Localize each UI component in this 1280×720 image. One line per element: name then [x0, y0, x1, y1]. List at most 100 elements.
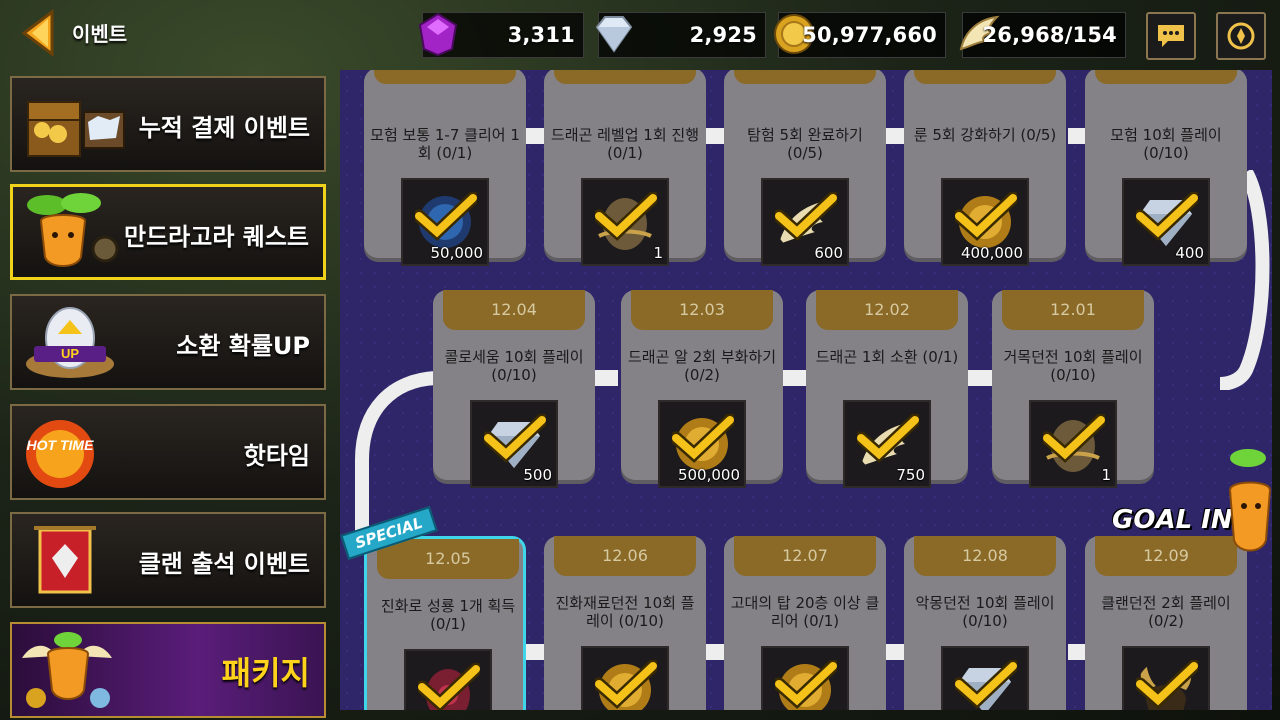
quest-date-header: 12.01 — [1002, 290, 1144, 330]
event-sidebar: 누적 결제 이벤트 만드라고라 퀘스트 UP 소환 확률UP HOT TIME … — [0, 70, 336, 720]
quest-date: 11.29 — [914, 70, 1056, 73]
hot-time-icon: HOT TIME — [26, 420, 94, 488]
reward-slot[interactable]: 500 — [470, 400, 558, 488]
quest-card[interactable]: 11.29 룬 5회 강화하기 (0/5) 400,000 — [904, 70, 1066, 266]
checkmark-icon — [955, 660, 1017, 709]
quest-description: 진화로 성룡 1개 획득 (0/1) — [380, 597, 516, 633]
reward-slot[interactable]: 400,000 — [941, 178, 1029, 266]
quest-card[interactable]: 12.07 고대의 탑 20층 이상 클리어 (0/1) 700,000 — [724, 536, 886, 710]
up-badge: UP — [61, 346, 79, 361]
quest-date-header: 12.08 — [914, 536, 1056, 576]
gem-counter: 3,311 — [418, 12, 584, 58]
quest-date: 12.09 — [1143, 546, 1189, 565]
reward-slot[interactable]: 50,000 — [401, 178, 489, 266]
path-connector — [780, 370, 806, 386]
checkmark-icon — [484, 414, 546, 463]
reward-slot[interactable]: 1 — [1029, 400, 1117, 488]
quest-description: 고대의 탑 20층 이상 클리어 (0/1) — [730, 594, 880, 630]
sidebar-item-label: 만드라고라 퀘스트 — [124, 223, 309, 251]
quest-card[interactable]: 12.05 진화로 성룡 1개 획득 (0/1) 1 — [364, 536, 526, 710]
winged-mandragora-icon — [22, 632, 112, 708]
quest-description: 모험 보통 1-7 클리어 1회 (0/1) — [370, 126, 520, 162]
path-connector — [592, 370, 618, 386]
quest-date-header: 12.02 — [816, 290, 958, 330]
quest-date: 11.27 — [554, 70, 696, 73]
quest-date-header: 11.29 — [914, 70, 1056, 84]
reward-slot[interactable]: 500,000 — [658, 400, 746, 488]
path-connector — [886, 128, 906, 144]
quest-date: 12.06 — [602, 546, 648, 565]
reward-slot[interactable]: 1,250 — [581, 646, 669, 710]
checkmark-icon — [595, 660, 657, 709]
treasure-chest-icon — [27, 101, 125, 157]
diamond-count: 2,925 — [689, 23, 757, 47]
sidebar-item-label: 패키지 — [221, 654, 310, 692]
sidebar-item-hot-time[interactable]: HOT TIME 핫타임 — [10, 404, 326, 500]
quest-description: 콜로세움 10회 플레이 (0/10) — [444, 348, 584, 384]
quest-card[interactable]: 11.30 모험 10회 플레이 (0/10) 400 — [1085, 70, 1247, 266]
egg-nest-icon: UP — [26, 307, 114, 378]
quest-card[interactable]: 12.08 악몽던전 10회 플레이 (0/10) 700 — [904, 536, 1066, 710]
quest-date: 11.30 — [1095, 70, 1237, 73]
quest-date: 11.26 — [374, 70, 516, 73]
quest-date: 12.01 — [1050, 300, 1096, 319]
quest-card[interactable]: 12.02 드래곤 1회 소환 (0/1) 750 — [806, 290, 968, 488]
quest-date: 12.02 — [864, 300, 910, 319]
reward-count: 50,000 — [430, 244, 484, 262]
quest-description: 모험 10회 플레이 (0/10) — [1110, 126, 1222, 162]
settings-button[interactable] — [1216, 12, 1266, 60]
reward-slot[interactable]: 700 — [941, 646, 1029, 710]
diamond-icon — [595, 16, 633, 53]
checkmark-icon — [418, 663, 480, 710]
compass-icon — [1227, 22, 1255, 50]
path-connector — [966, 370, 992, 386]
sidebar-item-package[interactable]: 패키지 — [10, 622, 326, 718]
mandragora-icon — [27, 193, 119, 267]
reward-slot[interactable]: 400 — [1122, 178, 1210, 266]
quest-date-header: 11.27 — [554, 70, 696, 84]
quest-card[interactable]: 11.26 모험 보통 1-7 클리어 1회 (0/1) 50,000 — [364, 70, 526, 266]
gold-counter: 50,977,660 — [774, 12, 946, 58]
reward-slot[interactable]: 1 — [1122, 646, 1210, 710]
path-connector — [886, 644, 906, 660]
back-button[interactable] — [18, 8, 58, 58]
checkmark-icon — [415, 192, 477, 241]
quest-card[interactable]: 11.28 탐험 5회 완료하기 (0/5) 600 — [724, 70, 886, 266]
purple-gem-icon — [418, 12, 458, 57]
reward-slot[interactable]: 700,000 — [761, 646, 849, 710]
checkmark-icon — [1136, 660, 1198, 709]
reward-slot[interactable]: 750 — [843, 400, 931, 488]
chat-button[interactable] — [1146, 12, 1196, 60]
sidebar-item-label: 누적 결제 이벤트 — [138, 114, 310, 142]
quest-card[interactable]: 12.09 클랜던전 2회 플레이 (0/2) 1 — [1085, 536, 1247, 710]
sidebar-item-clan-attendance[interactable]: 클랜 출석 이벤트 — [10, 512, 326, 608]
clan-banner-icon — [34, 526, 96, 594]
sidebar-item-cumulative-payment[interactable]: 누적 결제 이벤트 — [10, 76, 326, 172]
reward-count: 1 — [1101, 466, 1111, 484]
sidebar-item-label: 클랜 출석 이벤트 — [138, 550, 310, 578]
quest-card[interactable]: 11.27 드래곤 레벨업 1회 진행 (0/1) 1 — [544, 70, 706, 266]
reward-slot[interactable]: 600 — [761, 178, 849, 266]
path-connector — [706, 128, 726, 144]
quest-description: 악몽던전 10회 플레이 (0/10) — [915, 594, 1055, 630]
checkmark-icon — [1136, 192, 1198, 241]
reward-slot[interactable]: 1 — [581, 178, 669, 266]
path-connector — [524, 644, 544, 660]
chat-bubble-icon — [1158, 25, 1184, 47]
quest-card[interactable]: 12.03 드래곤 알 2회 부화하기 (0/2) 500,000 — [621, 290, 783, 488]
quest-description: 탐험 5회 완료하기 (0/5) — [747, 126, 863, 162]
quest-card[interactable]: 12.04 콜로세움 10회 플레이 (0/10) 500 — [433, 290, 595, 488]
sidebar-item-mandragora-quest[interactable]: 만드라고라 퀘스트 — [10, 184, 326, 280]
quest-date: 12.05 — [425, 549, 471, 568]
wing-counter: 26,968/154 — [959, 12, 1126, 58]
sidebar-item-summon-rate-up[interactable]: UP 소환 확률UP — [10, 294, 326, 390]
goal-mandragora-icon — [1228, 449, 1272, 552]
reward-slot[interactable]: 1 — [404, 649, 492, 710]
quest-card[interactable]: 12.01 거목던전 10회 플레이 (0/10) 1 — [992, 290, 1154, 488]
checkmark-icon — [775, 660, 837, 709]
checkmark-icon — [595, 192, 657, 241]
checkmark-icon — [1043, 414, 1105, 463]
quest-date: 12.08 — [962, 546, 1008, 565]
quest-card[interactable]: 12.06 진화재료던전 10회 플레이 (0/10) 1,250 — [544, 536, 706, 710]
quest-date-header: 11.26 — [374, 70, 516, 84]
